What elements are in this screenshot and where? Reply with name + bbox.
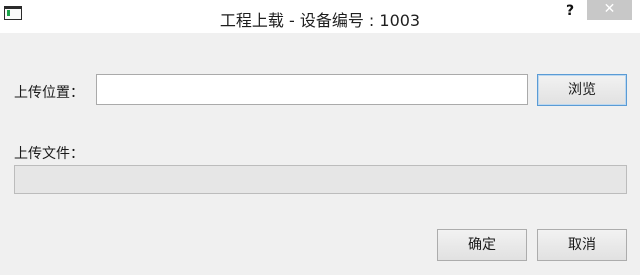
window-title: 工程上载 - 设备编号 : 1003	[219, 11, 421, 30]
upload-location-input[interactable]	[96, 74, 528, 105]
title-bar: 工程上载 - 设备编号 : 1003 ? ✕	[0, 0, 640, 33]
close-icon: ✕	[603, 1, 616, 17]
help-button[interactable]: ?	[561, 2, 579, 20]
upload-progress-bar	[14, 165, 627, 194]
upload-dialog: 工程上载 - 设备编号 : 1003 ? ✕ 上传位置： 浏览 上传文件： 确定…	[0, 0, 640, 275]
upload-location-label: 上传位置：	[14, 85, 84, 101]
ok-button[interactable]: 确定	[437, 229, 527, 261]
close-button[interactable]: ✕	[587, 0, 632, 20]
cancel-button[interactable]: 取消	[537, 229, 627, 261]
upload-file-label: 上传文件：	[14, 146, 84, 162]
browse-button[interactable]: 浏览	[537, 74, 627, 106]
